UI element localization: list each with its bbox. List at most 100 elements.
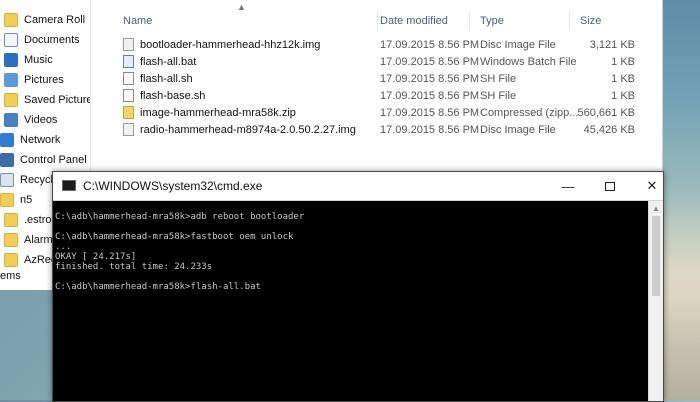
scroll-up-icon[interactable]: ▲ [652, 204, 660, 213]
file-icon [123, 89, 134, 102]
nav-item-recycle-bin[interactable]: Recycle [0, 171, 59, 189]
file-row[interactable]: radio-hammerhead-m8974a-2.0.50.2.27.img … [105, 122, 662, 139]
console-line: C:\adb\hammerhead-mra58k>adb reboot boot… [55, 212, 305, 222]
recycle-bin-icon [0, 173, 14, 187]
console-output[interactable]: C:\adb\hammerhead-mra58k>adb reboot boot… [53, 201, 649, 401]
column-label: Date modified [380, 15, 448, 27]
window-title: C:\WINDOWS\system32\cmd.exe [83, 179, 263, 193]
folder-icon [4, 233, 18, 247]
column-header-date-modified[interactable]: Date modified [370, 12, 470, 30]
file-date: 17.09.2015 8.56 PM [380, 56, 480, 68]
file-name: flash-all.bat [140, 56, 197, 68]
file-name: flash-all.sh [140, 73, 193, 85]
vertical-scrollbar[interactable]: ▲ [648, 201, 663, 401]
file-row[interactable]: flash-all.bat 17.09.2015 8.56 PM Windows… [105, 54, 662, 71]
console-line: C:\adb\hammerhead-mra58k>fastboot oem un… [55, 232, 294, 242]
file-type: SH File [480, 90, 517, 102]
scroll-thumb[interactable] [652, 216, 660, 296]
nav-item-label: Music [24, 54, 53, 66]
status-text: ems [0, 270, 21, 282]
nav-item-estror[interactable]: .estror [4, 211, 55, 229]
nav-item-camera-roll[interactable]: Camera Roll [4, 11, 85, 29]
batch-file-icon [123, 55, 134, 68]
nav-item-saved-pictures[interactable]: Saved Pictures [4, 91, 91, 109]
nav-item-label: Camera Roll [24, 14, 86, 26]
nav-item-pictures[interactable]: Pictures [4, 71, 64, 89]
zip-icon [123, 106, 134, 119]
file-name: flash-base.sh [140, 90, 206, 102]
nav-item-label: Pictures [24, 74, 64, 86]
nav-item-label: Saved Pictures [24, 94, 91, 106]
disc-image-icon [123, 123, 134, 136]
file-size: 1 KB [611, 90, 635, 102]
cmd-title-bar[interactable]: C:\WINDOWS\system32\cmd.exe — ✕ [53, 172, 663, 201]
disc-image-icon [123, 38, 134, 51]
console-line: C:\adb\hammerhead-mra58k>flash-all.bat [55, 282, 261, 292]
file-name: image-hammerhead-mra58k.zip [140, 107, 296, 119]
folder-icon [4, 13, 18, 27]
file-date: 17.09.2015 8.56 PM [380, 107, 480, 119]
file-date: 17.09.2015 8.56 PM [380, 73, 480, 85]
column-label: Name [123, 15, 153, 27]
file-size: 1 KB [611, 73, 635, 85]
nav-item-music[interactable]: Music [4, 51, 53, 69]
maximize-icon [605, 181, 615, 191]
folder-icon [0, 193, 14, 207]
nav-item-alarms[interactable]: Alarms [4, 231, 58, 249]
folder-icon [4, 93, 18, 107]
file-row[interactable]: image-hammerhead-mra58k.zip 17.09.2015 8… [105, 105, 662, 122]
cmd-app-icon [62, 180, 76, 191]
network-icon [0, 133, 14, 147]
file-row[interactable]: bootloader-hammerhead-hhz12k.img 17.09.2… [105, 37, 662, 54]
file-type: Compressed (zipp... [480, 107, 579, 119]
file-type: Disc Image File [480, 39, 556, 51]
nav-item-documents[interactable]: Documents [4, 31, 80, 49]
column-label: Size [580, 15, 602, 27]
folder-icon [4, 253, 18, 267]
nav-item-label: Documents [24, 34, 80, 46]
cmd-window[interactable]: C:\WINDOWS\system32\cmd.exe — ✕ C:\adb\h… [52, 171, 664, 402]
minimize-button[interactable]: — [547, 172, 589, 200]
console-line: ... [55, 242, 72, 252]
nav-item-label: Network [20, 134, 61, 146]
file-type: Windows Batch File [480, 56, 577, 68]
nav-item-label: Control Panel [20, 154, 87, 166]
file-date: 17.09.2015 8.56 PM [380, 39, 480, 51]
file-row[interactable]: flash-base.sh 17.09.2015 8.56 PM SH File… [105, 88, 662, 105]
nav-item-label: n5 [20, 194, 33, 206]
file-row[interactable]: flash-all.sh 17.09.2015 8.56 PM SH File … [105, 71, 662, 88]
file-date: 17.09.2015 8.56 PM [380, 124, 480, 136]
documents-icon [4, 33, 18, 47]
file-size: 1 KB [611, 56, 635, 68]
file-name: radio-hammerhead-m8974a-2.0.50.2.27.img [140, 124, 356, 136]
file-icon [123, 72, 134, 85]
nav-item-label: .estror [24, 214, 56, 226]
column-header-type[interactable]: Type [470, 12, 570, 30]
column-header-size[interactable]: Size [570, 12, 660, 30]
videos-icon [4, 113, 18, 127]
column-header-name[interactable]: Name [113, 12, 378, 30]
file-type: SH File [480, 73, 517, 85]
console-line: finished. total time: 24.233s [55, 262, 213, 272]
file-name: bootloader-hammerhead-hhz12k.img [140, 39, 321, 51]
nav-item-control-panel[interactable]: Control Panel [0, 151, 87, 169]
maximize-button[interactable] [589, 172, 631, 200]
nav-item-videos[interactable]: Videos [4, 111, 57, 129]
sort-ascending-icon[interactable]: ▲ [237, 2, 246, 12]
file-size: 45,426 KB [583, 124, 635, 136]
file-list: ▲ Name Date modified Type Size bootloade… [105, 0, 662, 160]
music-icon [4, 53, 18, 67]
column-label: Type [480, 15, 504, 27]
folder-icon [4, 213, 18, 227]
nav-item-n5[interactable]: n5 [0, 191, 32, 209]
console-line: OKAY [ 24.217s] [55, 252, 137, 262]
file-size: 560,661 KB [577, 107, 636, 119]
file-date: 17.09.2015 8.56 PM [380, 90, 480, 102]
control-panel-icon [0, 153, 14, 167]
item-count-label: ems [0, 267, 21, 285]
file-size: 3,121 KB [589, 39, 635, 51]
file-type: Disc Image File [480, 124, 556, 136]
close-button[interactable]: ✕ [631, 172, 673, 200]
nav-item-label: Videos [24, 114, 58, 126]
nav-item-network[interactable]: Network [0, 131, 60, 149]
